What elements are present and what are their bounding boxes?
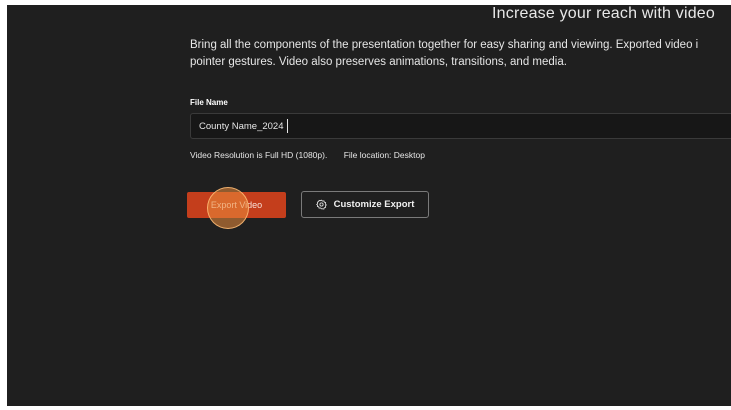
export-video-button[interactable]: Export Video (187, 192, 286, 218)
export-description: Bring all the components of the presenta… (190, 37, 731, 71)
description-line-1: Bring all the components of the presenta… (190, 39, 699, 51)
video-resolution-text: Video Resolution is Full HD (1080p). (190, 150, 328, 160)
text-cursor (287, 119, 288, 133)
export-panel: Increase your reach with video Bring all… (7, 5, 731, 406)
gear-icon (315, 199, 327, 210)
customize-export-label: Customize Export (333, 199, 415, 210)
file-name-label: File Name (190, 98, 228, 107)
description-line-2: pointer gestures. Video also preserves a… (190, 56, 567, 68)
file-location-text: File location: Desktop (343, 150, 425, 160)
customize-export-button[interactable]: Customize Export (301, 191, 429, 218)
export-info: Video Resolution is Full HD (1080p). Fil… (190, 150, 425, 160)
file-name-input[interactable] (190, 113, 731, 139)
page-heading: Increase your reach with video (492, 5, 715, 22)
